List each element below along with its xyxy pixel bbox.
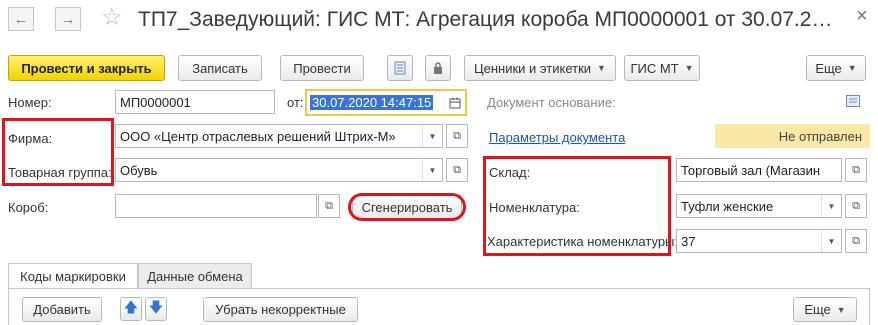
warehouse-field[interactable]: Торговый зал (Магазин — [676, 158, 842, 182]
post-button[interactable]: Провести — [280, 55, 364, 81]
calendar-icon[interactable] — [445, 97, 465, 109]
favorite-star-icon[interactable]: ☆ — [101, 6, 123, 30]
post-and-close-button[interactable]: Провести и закрыть — [8, 55, 165, 81]
status-badge: Не отправлен — [715, 124, 870, 148]
move-down-button[interactable]: 🡇 — [145, 297, 167, 321]
open-form-icon: ⧉ — [852, 234, 860, 247]
nomenclature-field[interactable]: Туфли женские ▼ — [676, 194, 842, 218]
open-form-icon: ⧉ — [453, 163, 461, 176]
date-field[interactable]: 30.07.2020 14:47:15 — [305, 89, 467, 116]
firm-open-button[interactable]: ⧉ — [446, 124, 468, 148]
more-button[interactable]: Еще ▼ — [806, 55, 866, 81]
forward-button[interactable]: → — [55, 7, 81, 31]
base-document-list-icon[interactable] — [846, 95, 860, 110]
report-button[interactable] — [387, 55, 413, 81]
lock-button[interactable] — [425, 55, 451, 81]
back-button[interactable]: ← — [8, 7, 34, 31]
chevron-down-icon[interactable]: ▼ — [422, 159, 442, 181]
remove-incorrect-button[interactable]: Убрать некорректные — [203, 297, 358, 322]
document-list-icon — [394, 61, 406, 75]
annotation-oval-generate — [348, 193, 466, 221]
characteristic-field[interactable]: 37 ▼ — [676, 229, 842, 253]
annotation-box-right — [483, 156, 671, 256]
tab-marking-codes[interactable]: Коды маркировки — [8, 263, 138, 289]
gis-mt-menu-button[interactable]: ГИС МТ ▼ — [624, 55, 700, 81]
document-parameters-link[interactable]: Параметры документа — [489, 130, 625, 145]
move-up-button[interactable]: 🡅 — [120, 297, 142, 321]
nomenclature-open-button[interactable]: ⧉ — [845, 194, 867, 218]
open-form-icon: ⧉ — [852, 199, 860, 212]
chevron-down-icon: ▼ — [847, 63, 857, 73]
box-label: Короб: — [8, 200, 49, 215]
characteristic-open-button[interactable]: ⧉ — [845, 229, 867, 253]
window-title: ТП7_Заведующий: ГИС МТ: Агрегация короба… — [138, 8, 838, 31]
chevron-down-icon[interactable]: ▼ — [821, 230, 841, 252]
box-field[interactable] — [115, 194, 317, 218]
chevron-down-icon: ▼ — [684, 63, 694, 73]
date-value: 30.07.2020 14:47:15 — [310, 95, 434, 110]
chevron-down-icon[interactable]: ▼ — [821, 195, 841, 217]
chevron-down-icon: ▼ — [597, 63, 606, 73]
open-form-icon: ⧉ — [852, 163, 860, 176]
arrow-up-icon: 🡅 — [123, 299, 139, 315]
number-label: Номер: — [8, 95, 52, 110]
tab-exchange-data[interactable]: Данные обмена — [138, 263, 252, 289]
chevron-down-icon: ▼ — [836, 304, 846, 315]
arrow-down-icon: 🡇 — [148, 299, 164, 315]
warehouse-open-button[interactable]: ⧉ — [845, 158, 867, 182]
number-field[interactable]: МП0000001 — [115, 90, 275, 114]
arrow-left-icon: ← — [13, 10, 29, 28]
open-form-icon: ⧉ — [325, 199, 333, 212]
lock-icon — [434, 62, 442, 74]
product-group-field[interactable]: Обувь ▼ — [115, 158, 443, 182]
box-open-button[interactable]: ⧉ — [318, 194, 340, 218]
tab-more-button[interactable]: Еще ▼ — [793, 297, 857, 322]
product-group-open-button[interactable]: ⧉ — [446, 158, 468, 182]
labels-menu-button[interactable]: Ценники и этикетки ▼ — [464, 55, 616, 81]
base-document-label: Документ основание: — [487, 95, 616, 110]
arrow-right-icon: → — [60, 10, 76, 28]
chevron-down-icon[interactable]: ▼ — [422, 125, 442, 147]
date-label: от: — [287, 95, 304, 110]
annotation-box-left — [2, 118, 114, 186]
save-button[interactable]: Записать — [178, 55, 262, 81]
add-button[interactable]: Добавить — [22, 297, 102, 322]
close-icon[interactable]: × — [856, 5, 868, 28]
firm-field[interactable]: ООО «Центр отраслевых решений Штрих-М» ▼ — [115, 124, 443, 148]
open-form-icon: ⧉ — [453, 129, 461, 142]
